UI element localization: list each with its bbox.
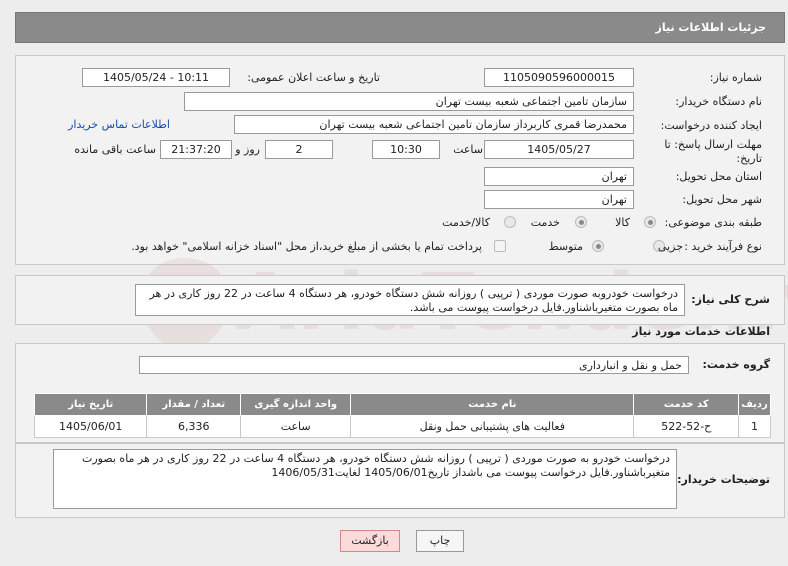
buyer-contact-link[interactable]: اطلاعات تماس خریدار bbox=[68, 118, 170, 131]
days-field[interactable]: 2 bbox=[265, 140, 333, 159]
cell-need-date: 1405/06/01 bbox=[33, 415, 148, 438]
treasury-note: پرداخت تمام یا بخشی از مبلغ خرید،از محل … bbox=[131, 240, 482, 253]
need-number-label: شماره نیاز: bbox=[709, 71, 762, 84]
service-group-label: گروه خدمت: bbox=[702, 358, 770, 371]
column-header-code: کد خدمت bbox=[633, 393, 740, 416]
purchase-option-minor: جزیی bbox=[657, 240, 683, 253]
services-table: ردیف کد خدمت نام خدمت واحد اندازه گیری ت… bbox=[33, 393, 771, 438]
cell-row-number: 1 bbox=[738, 415, 771, 438]
category-label: طبقه بندی موضوعی: bbox=[664, 216, 762, 229]
creator-label: ایجاد کننده درخواست: bbox=[660, 119, 762, 132]
city-field[interactable]: تهران bbox=[484, 190, 634, 209]
page-title: جزئیات اطلاعات نیاز bbox=[15, 12, 785, 43]
column-header-name: نام خدمت bbox=[350, 393, 635, 416]
purchase-option-medium: متوسط bbox=[548, 240, 583, 253]
buyer-org-field[interactable]: سازمان تامین اجتماعی شعبه بیست تهران bbox=[184, 92, 634, 111]
cell-unit: ساعت bbox=[240, 415, 352, 438]
category-option-service: خدمت bbox=[530, 216, 560, 229]
column-header-unit: واحد اندازه گیری bbox=[240, 393, 352, 416]
buyer-org-label: نام دستگاه خریدار: bbox=[675, 95, 762, 108]
back-button[interactable]: بازگشت bbox=[340, 530, 400, 552]
cell-service-name: فعالیت های پشتیبانی حمل ونقل bbox=[350, 415, 635, 438]
treasury-checkbox[interactable] bbox=[494, 240, 506, 252]
service-group-field[interactable]: حمل و نقل و انبارداری bbox=[139, 356, 689, 374]
buyer-notes-label: توضیحات خریدار: bbox=[677, 473, 770, 486]
buyer-notes-text[interactable]: درخواست خودرو به صورت موردی ( ترپیی ) رو… bbox=[53, 449, 677, 509]
announce-label: تاریخ و ساعت اعلان عمومی: bbox=[247, 71, 380, 84]
province-field[interactable]: تهران bbox=[484, 167, 634, 186]
province-label: استان محل تحویل: bbox=[675, 170, 762, 183]
remaining-label: ساعت باقی مانده bbox=[74, 143, 156, 156]
deadline-date-field[interactable]: 1405/05/27 bbox=[484, 140, 634, 159]
deadline-label-date: تاریخ: bbox=[736, 152, 762, 165]
need-number-field[interactable]: 1105090596000015 bbox=[484, 68, 634, 87]
category-radio-service[interactable] bbox=[575, 216, 587, 228]
deadline-label: مهلت ارسال پاسخ: تا bbox=[664, 138, 762, 151]
cell-service-code: ح-52-522 bbox=[633, 415, 740, 438]
column-header-row: ردیف bbox=[738, 393, 771, 416]
creator-field[interactable]: محمدرضا قمری کاربرداز سازمان تامین اجتما… bbox=[234, 115, 634, 134]
cell-quantity: 6,336 bbox=[146, 415, 242, 438]
services-table-header: ردیف کد خدمت نام خدمت واحد اندازه گیری ت… bbox=[33, 393, 771, 416]
announce-field[interactable]: 1405/05/24 - 10:11 bbox=[82, 68, 230, 87]
days-label: روز و bbox=[235, 143, 260, 156]
category-option-goods: کالا bbox=[615, 216, 630, 229]
category-radio-both[interactable] bbox=[504, 216, 516, 228]
city-label: شهر محل تحویل: bbox=[682, 193, 762, 206]
purchase-type-label: نوع فرآیند خرید : bbox=[684, 240, 762, 253]
description-label: شرح کلی نیاز: bbox=[691, 293, 770, 306]
deadline-time-label: ساعت bbox=[453, 143, 483, 156]
purchase-radio-medium[interactable] bbox=[592, 240, 604, 252]
services-section-title: اطلاعات خدمات مورد نیاز bbox=[632, 325, 770, 338]
column-header-qty: تعداد / مقدار bbox=[146, 393, 242, 416]
category-radio-goods[interactable] bbox=[644, 216, 656, 228]
table-row: 1 ح-52-522 فعالیت های پشتیبانی حمل ونقل … bbox=[33, 415, 771, 438]
description-text[interactable]: درخواست خودروبه صورت موردی ( ترپیی ) روز… bbox=[135, 284, 685, 316]
print-button[interactable]: چاپ bbox=[416, 530, 464, 552]
column-header-date: تاریخ نیاز bbox=[33, 393, 148, 416]
deadline-time-field[interactable]: 10:30 bbox=[372, 140, 440, 159]
remaining-time-field[interactable]: 21:37:20 bbox=[160, 140, 232, 159]
category-option-both: کالا/خدمت bbox=[442, 216, 490, 229]
